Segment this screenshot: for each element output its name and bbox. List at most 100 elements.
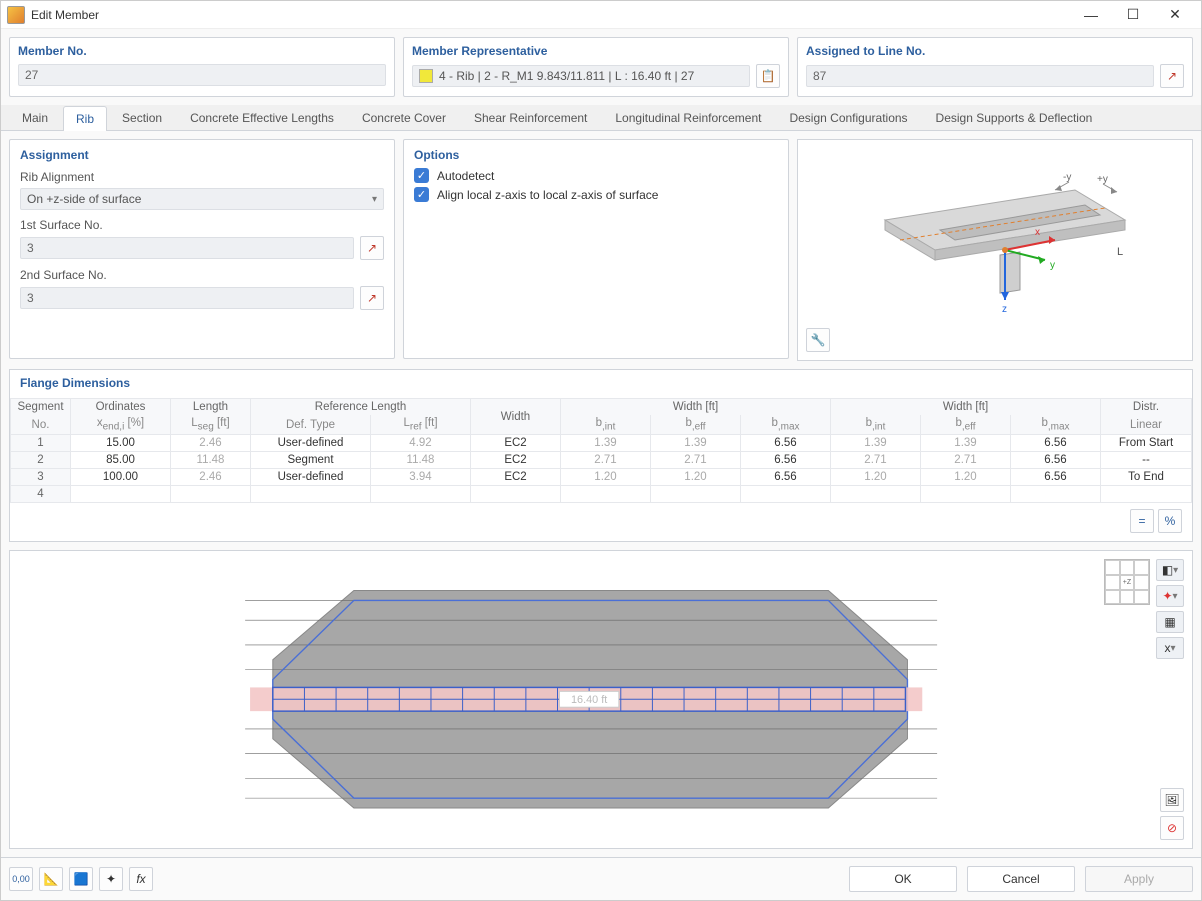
cell-bmax1[interactable]	[741, 486, 831, 503]
cell-bint1[interactable]: 2.71	[561, 452, 651, 469]
cell-beff1[interactable]: 1.20	[651, 469, 741, 486]
cell-ord[interactable]: 85.00	[71, 452, 171, 469]
cell-bmax2[interactable]: 6.56	[1011, 435, 1101, 452]
tab-shear-reinforcement[interactable]: Shear Reinforcement	[461, 105, 600, 130]
preview-settings-button[interactable]: 🔧	[806, 328, 830, 352]
cell-bint2[interactable]	[831, 486, 921, 503]
surface1-value[interactable]: 3	[20, 237, 354, 259]
graphic-export-button[interactable]: 🖼	[1160, 788, 1184, 812]
cell-ord[interactable]: 15.00	[71, 435, 171, 452]
cell-lseg[interactable]: 2.46	[171, 435, 251, 452]
equal-ordinates-button[interactable]: =	[1130, 509, 1154, 533]
assigned-line-value[interactable]: 87	[806, 65, 1154, 87]
cell-beff1[interactable]: 1.39	[651, 435, 741, 452]
table-row[interactable]: 3100.002.46User-defined3.94EC21.201.206.…	[11, 469, 1192, 486]
axis-system-button[interactable]: ✦▾	[1156, 585, 1184, 607]
cell-width[interactable]: EC2	[471, 452, 561, 469]
cell-bint1[interactable]: 1.39	[561, 435, 651, 452]
close-button[interactable]: ✕	[1155, 3, 1195, 27]
tab-design-configurations[interactable]: Design Configurations	[776, 105, 920, 130]
pick-surface2-button[interactable]: ↗	[360, 286, 384, 310]
tab-concrete-cover[interactable]: Concrete Cover	[349, 105, 459, 130]
cell-lseg[interactable]	[171, 486, 251, 503]
member-representative-label: Member Representative	[412, 44, 780, 58]
function-button[interactable]: fx	[129, 867, 153, 891]
cell-bint2[interactable]: 1.20	[831, 469, 921, 486]
table-row[interactable]: 285.0011.48Segment11.48EC22.712.716.562.…	[11, 452, 1192, 469]
render-button[interactable]: 🟦	[69, 867, 93, 891]
autodetect-checkbox[interactable]: ✓	[414, 168, 429, 183]
cell-lref[interactable]	[371, 486, 471, 503]
cell-width[interactable]	[471, 486, 561, 503]
tab-design-supports-deflection[interactable]: Design Supports & Deflection	[923, 105, 1106, 130]
cell-ord[interactable]: 100.00	[71, 469, 171, 486]
tab-concrete-effective-lengths[interactable]: Concrete Effective Lengths	[177, 105, 347, 130]
cell-def[interactable]: User-defined	[251, 435, 371, 452]
view-isometric-button[interactable]: ▦	[1156, 611, 1184, 633]
cell-bmax1[interactable]: 6.56	[741, 435, 831, 452]
cell-bmax2[interactable]: 6.56	[1011, 469, 1101, 486]
member-representative-select[interactable]: 4 - Rib | 2 - R_M1 9.843/11.811 | L : 16…	[412, 65, 750, 87]
cancel-button[interactable]: Cancel	[967, 866, 1075, 892]
rib-alignment-select[interactable]: On +z-side of surface ▾	[20, 188, 384, 210]
cell-lref[interactable]: 3.94	[371, 469, 471, 486]
member-no-panel: Member No. 27	[9, 37, 395, 97]
cell-def[interactable]: Segment	[251, 452, 371, 469]
cell-beff1[interactable]: 2.71	[651, 452, 741, 469]
cell-bmax2[interactable]	[1011, 486, 1101, 503]
table-row[interactable]: 115.002.46User-defined4.92EC21.391.396.5…	[11, 435, 1192, 452]
cell-bint1[interactable]	[561, 486, 651, 503]
cell-bint2[interactable]: 2.71	[831, 452, 921, 469]
tab-rib[interactable]: Rib	[63, 106, 107, 131]
assignment-group: Assignment Rib Alignment On +z-side of s…	[9, 139, 395, 359]
cell-bint2[interactable]: 1.39	[831, 435, 921, 452]
view-cube[interactable]: +Z	[1104, 559, 1150, 605]
member-no-value[interactable]: 27	[18, 64, 386, 86]
cell-beff1[interactable]	[651, 486, 741, 503]
flange-dimensions-table[interactable]: Segment Ordinates Length Reference Lengt…	[10, 398, 1192, 503]
cell-beff2[interactable]	[921, 486, 1011, 503]
cell-distr[interactable]: To End	[1101, 469, 1192, 486]
cell-bint1[interactable]: 1.20	[561, 469, 651, 486]
tab-longitudinal-reinforcement[interactable]: Longitudinal Reinforcement	[602, 105, 774, 130]
cell-ord[interactable]	[71, 486, 171, 503]
cell-distr[interactable]	[1101, 486, 1192, 503]
maximize-button[interactable]: ☐	[1113, 3, 1153, 27]
view-3d-button[interactable]: ◧▾	[1156, 559, 1184, 581]
cell-beff2[interactable]: 1.39	[921, 435, 1011, 452]
pick-surface1-button[interactable]: ↗	[360, 236, 384, 260]
percent-toggle-button[interactable]: %	[1158, 509, 1182, 533]
table-row[interactable]: 4	[11, 486, 1192, 503]
representative-library-button[interactable]: 📋	[756, 64, 780, 88]
cell-lref[interactable]: 4.92	[371, 435, 471, 452]
cell-bmax2[interactable]: 6.56	[1011, 452, 1101, 469]
cell-bmax1[interactable]: 6.56	[741, 469, 831, 486]
rib-3d-preview[interactable]: x y z L -y +y 🔧	[797, 139, 1193, 361]
graphic-reset-button[interactable]: ⊘	[1160, 816, 1184, 840]
cell-lseg[interactable]: 2.46	[171, 469, 251, 486]
axis-tool-button[interactable]: ✦	[99, 867, 123, 891]
cell-distr[interactable]: From Start	[1101, 435, 1192, 452]
tab-main[interactable]: Main	[9, 105, 61, 130]
align-z-checkbox[interactable]: ✓	[414, 187, 429, 202]
minimize-button[interactable]: —	[1071, 3, 1111, 27]
cell-def[interactable]	[251, 486, 371, 503]
coords-button[interactable]: 📐	[39, 867, 63, 891]
cell-def[interactable]: User-defined	[251, 469, 371, 486]
cell-lseg[interactable]: 11.48	[171, 452, 251, 469]
tab-section[interactable]: Section	[109, 105, 175, 130]
cell-distr[interactable]: --	[1101, 452, 1192, 469]
member-graphic-view[interactable]: 16.40 ft +Z ◧▾ ✦▾ ▦ x▾ 🖼 ⊘	[9, 550, 1193, 849]
cell-beff2[interactable]: 2.71	[921, 452, 1011, 469]
cell-beff2[interactable]: 1.20	[921, 469, 1011, 486]
units-button[interactable]: 0,00	[9, 867, 33, 891]
cell-width[interactable]: EC2	[471, 469, 561, 486]
cell-lref[interactable]: 11.48	[371, 452, 471, 469]
surface2-value[interactable]: 3	[20, 287, 354, 309]
pick-line-button[interactable]: ↗	[1160, 64, 1184, 88]
view-more-button[interactable]: x▾	[1156, 637, 1184, 659]
pick-arrow-icon: ↗	[367, 241, 377, 255]
ok-button[interactable]: OK	[849, 866, 957, 892]
cell-width[interactable]: EC2	[471, 435, 561, 452]
cell-bmax1[interactable]: 6.56	[741, 452, 831, 469]
